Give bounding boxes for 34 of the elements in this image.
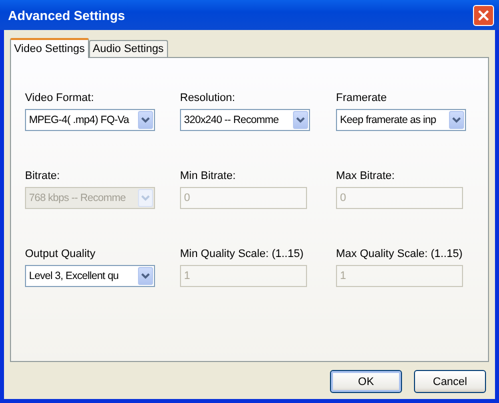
field-label: Min Bitrate:	[180, 170, 237, 182]
field-label: Resolution:	[180, 92, 236, 104]
dropdown-value: 768 kbps -- Recomme	[29, 192, 126, 204]
dialog-button[interactable]: OK	[330, 370, 402, 393]
chevron-down-icon	[296, 117, 305, 123]
dropdown-value: MPEG-4( .mp4) FQ-Va	[29, 114, 129, 126]
chevron-down-icon	[141, 273, 150, 279]
close-icon	[478, 10, 489, 20]
dropdown[interactable]: Keep framerate as inp	[336, 109, 466, 131]
dropdown-value: Level 3, Excellent qu	[29, 270, 119, 282]
chevron-down-icon	[141, 117, 150, 123]
field-label: Video Format:	[25, 92, 95, 104]
dialog-button[interactable]: Cancel	[414, 370, 486, 393]
window-title: Advanced Settings	[8, 8, 126, 22]
dropdown-arrow-button[interactable]	[138, 267, 153, 285]
chevron-down-icon	[141, 195, 150, 201]
field-label: Output Quality	[25, 248, 96, 260]
dropdown-arrow-button[interactable]	[293, 111, 308, 129]
field-label: Min Quality Scale: (1..15)	[180, 248, 304, 260]
chevron-down-icon	[452, 117, 461, 123]
field-label: Max Quality Scale: (1..15)	[336, 248, 464, 260]
field-label: Max Bitrate:	[336, 170, 396, 182]
dropdown[interactable]: MPEG-4( .mp4) FQ-Va	[25, 109, 155, 131]
field-label: Framerate	[336, 92, 388, 104]
dropdown[interactable]: 320x240 -- Recomme	[180, 109, 310, 131]
dropdown[interactable]: Level 3, Excellent qu	[25, 265, 155, 287]
tab[interactable]: Audio Settings	[88, 40, 168, 57]
dropdown-arrow-button[interactable]	[449, 111, 464, 129]
dropdown-value: Keep framerate as inp	[340, 114, 436, 126]
field-label: Bitrate:	[25, 170, 61, 182]
dropdown-value: 320x240 -- Recomme	[184, 114, 279, 126]
tab[interactable]: Video Settings	[10, 38, 89, 58]
close-button[interactable]	[473, 4, 494, 26]
dropdown-arrow-button[interactable]	[138, 111, 153, 129]
